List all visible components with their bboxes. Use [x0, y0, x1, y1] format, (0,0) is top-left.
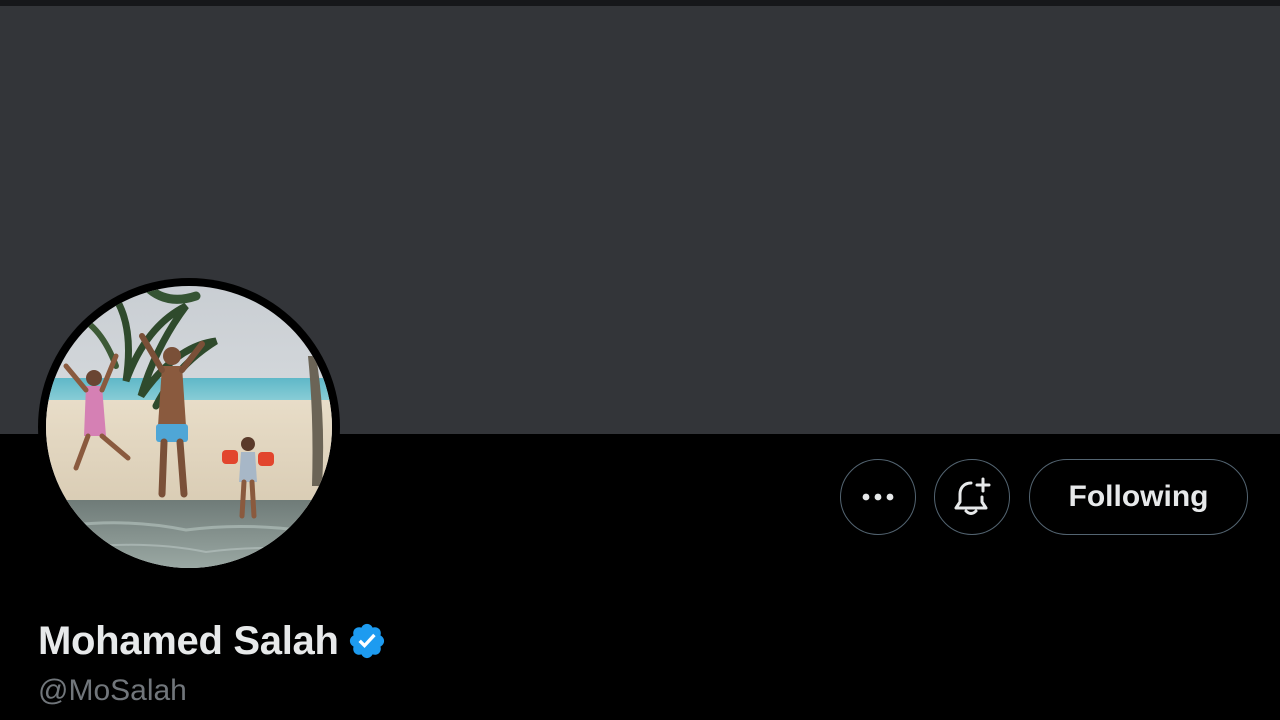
profile-name-row: Mohamed Salah — [38, 617, 387, 665]
profile-handle: @MoSalah — [38, 674, 187, 707]
bell-plus-icon — [954, 477, 991, 515]
profile-avatar[interactable] — [38, 278, 340, 576]
display-name: Mohamed Salah — [38, 619, 339, 663]
avatar-photo — [46, 286, 332, 568]
more-horizontal-icon — [862, 493, 894, 501]
profile-page: Following Mohamed Salah @MoSalah — [0, 0, 1280, 720]
notifications-toggle-button[interactable] — [934, 459, 1010, 535]
more-options-button[interactable] — [840, 459, 916, 535]
verified-badge-icon[interactable] — [347, 621, 387, 661]
following-button[interactable]: Following — [1029, 459, 1248, 535]
